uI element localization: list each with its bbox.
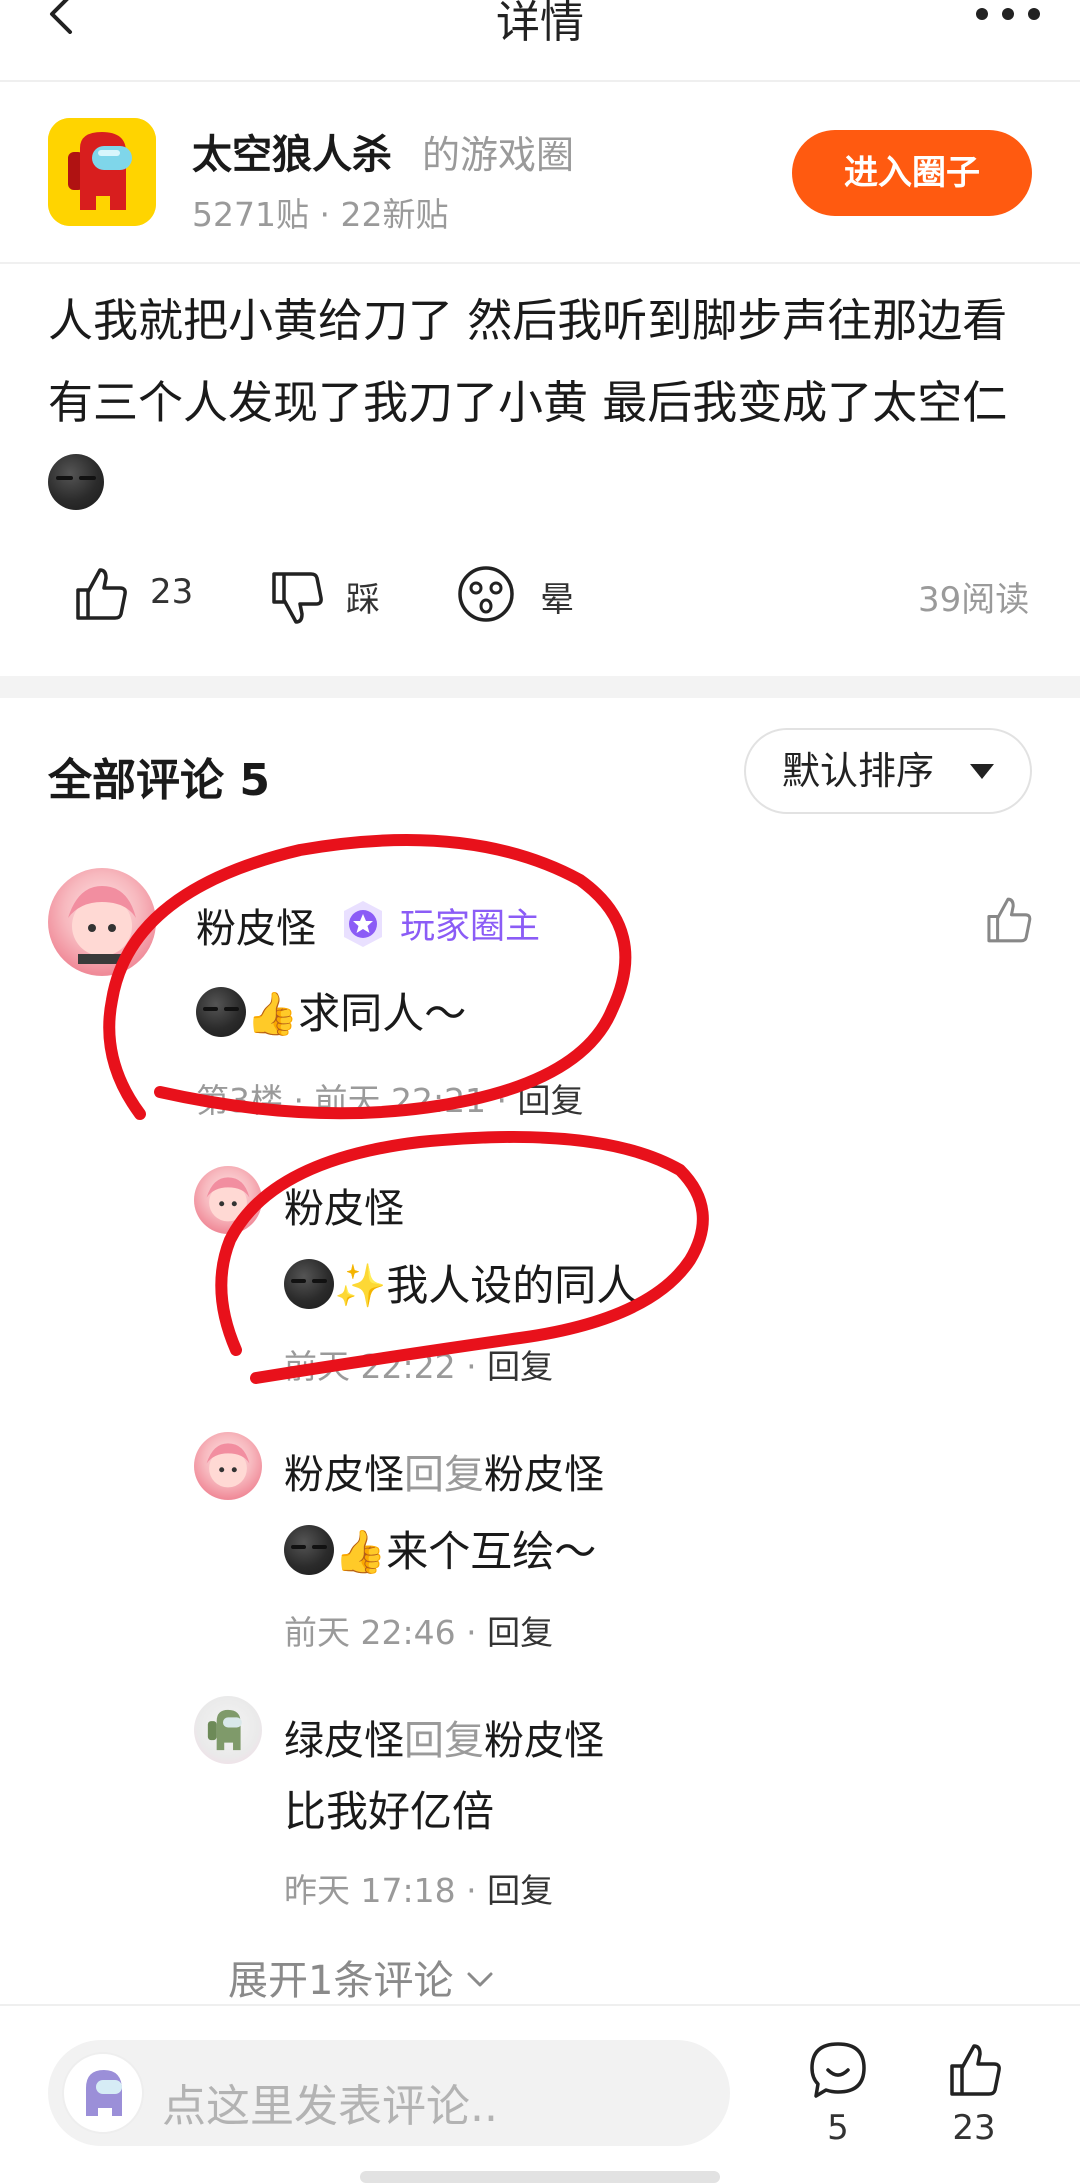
dizzy-face-icon[interactable]	[456, 564, 516, 624]
page-title: 详情	[496, 0, 584, 48]
red-annotation-marks	[103, 834, 709, 1384]
reply-meta-text: 昨天 17:18 ·	[284, 1871, 488, 1910]
comment-bubble-icon[interactable]	[808, 2040, 868, 2100]
reply-word: 回复	[404, 1718, 484, 1764]
reply-header: 绿皮怪回复粉皮怪	[284, 1708, 604, 1766]
dislike-label[interactable]: 踩	[346, 572, 380, 621]
avatar[interactable]	[194, 1696, 262, 1764]
dizzy-label[interactable]: 晕	[540, 572, 574, 621]
like-count: 23	[952, 2108, 996, 2148]
nav-divider	[0, 80, 1080, 82]
reply-author[interactable]: 绿皮怪	[284, 1718, 404, 1764]
thumbs-up-emoji-icon: 👍	[334, 1527, 387, 1576]
thumbs-up-icon[interactable]	[70, 564, 130, 624]
my-avatar[interactable]	[62, 2052, 144, 2134]
section-separator	[0, 676, 1080, 698]
reply-body: 比我好亿倍	[284, 1787, 495, 1836]
reply-word: 回复	[404, 1452, 484, 1498]
comments-title: 全部评论 5	[48, 755, 270, 806]
reply-to-author[interactable]: 粉皮怪	[484, 1718, 604, 1764]
sort-dropdown[interactable]: 默认排序	[744, 728, 1032, 814]
reply-meta-text: 前天 22:46 ·	[284, 1613, 488, 1652]
avatar[interactable]	[194, 1432, 262, 1500]
chevron-down-icon	[467, 1972, 493, 1987]
read-count: 39阅读	[918, 580, 1030, 620]
comment-count: 5	[827, 2108, 849, 2148]
caret-down-icon	[970, 764, 994, 779]
reply-text: 比我好亿倍	[284, 1778, 494, 1839]
reply-button[interactable]: 回复	[487, 1613, 553, 1652]
reply-header: 粉皮怪回复粉皮怪	[284, 1442, 604, 1500]
reply-author[interactable]: 粉皮怪	[284, 1452, 404, 1498]
header-divider	[0, 262, 1080, 264]
post-body: 人我就把小黄给刀了 然后我听到脚步声往那边看 有三个人发现了我刀了小黄 最后我变…	[48, 280, 1048, 526]
thumbs-up-icon[interactable]	[944, 2040, 1004, 2100]
reply-body: 来个互绘～	[386, 1527, 597, 1576]
post-text: 人我就把小黄给刀了 然后我听到脚步声往那边看 有三个人发现了我刀了小黄 最后我变…	[48, 294, 1008, 429]
comment-placeholder[interactable]: 点这里发表评论..	[162, 2070, 498, 2134]
bottom-divider	[0, 2004, 1080, 2006]
thumbs-down-icon[interactable]	[266, 568, 326, 628]
smirk-emoji-icon	[284, 1525, 334, 1575]
reply-meta: 前天 22:46 · 回复	[284, 1606, 553, 1654]
sort-label: 默认排序	[782, 749, 935, 793]
reply-button[interactable]: 回复	[487, 1871, 553, 1910]
chevron-left-icon[interactable]	[42, 0, 82, 34]
smirk-emoji-icon	[48, 454, 104, 510]
reply-meta: 昨天 17:18 · 回复	[284, 1864, 553, 1912]
join-circle-button[interactable]: 进入圈子	[792, 130, 1032, 216]
game-circle-icon[interactable]	[48, 118, 156, 226]
reply-text: 👍来个互绘～	[284, 1518, 596, 1579]
circle-name[interactable]: 太空狼人杀	[192, 122, 392, 180]
home-indicator	[360, 2171, 720, 2183]
circle-stats: 5271贴 · 22新贴	[192, 195, 449, 234]
more-dots-icon[interactable]	[974, 4, 1044, 28]
expand-label: 展开1条评论	[228, 1958, 454, 2004]
like-count: 23	[150, 572, 194, 612]
expand-replies-button[interactable]: 展开1条评论	[228, 1948, 494, 2006]
reply-to-author[interactable]: 粉皮怪	[484, 1452, 604, 1498]
circle-suffix: 的游戏圈	[422, 133, 575, 177]
